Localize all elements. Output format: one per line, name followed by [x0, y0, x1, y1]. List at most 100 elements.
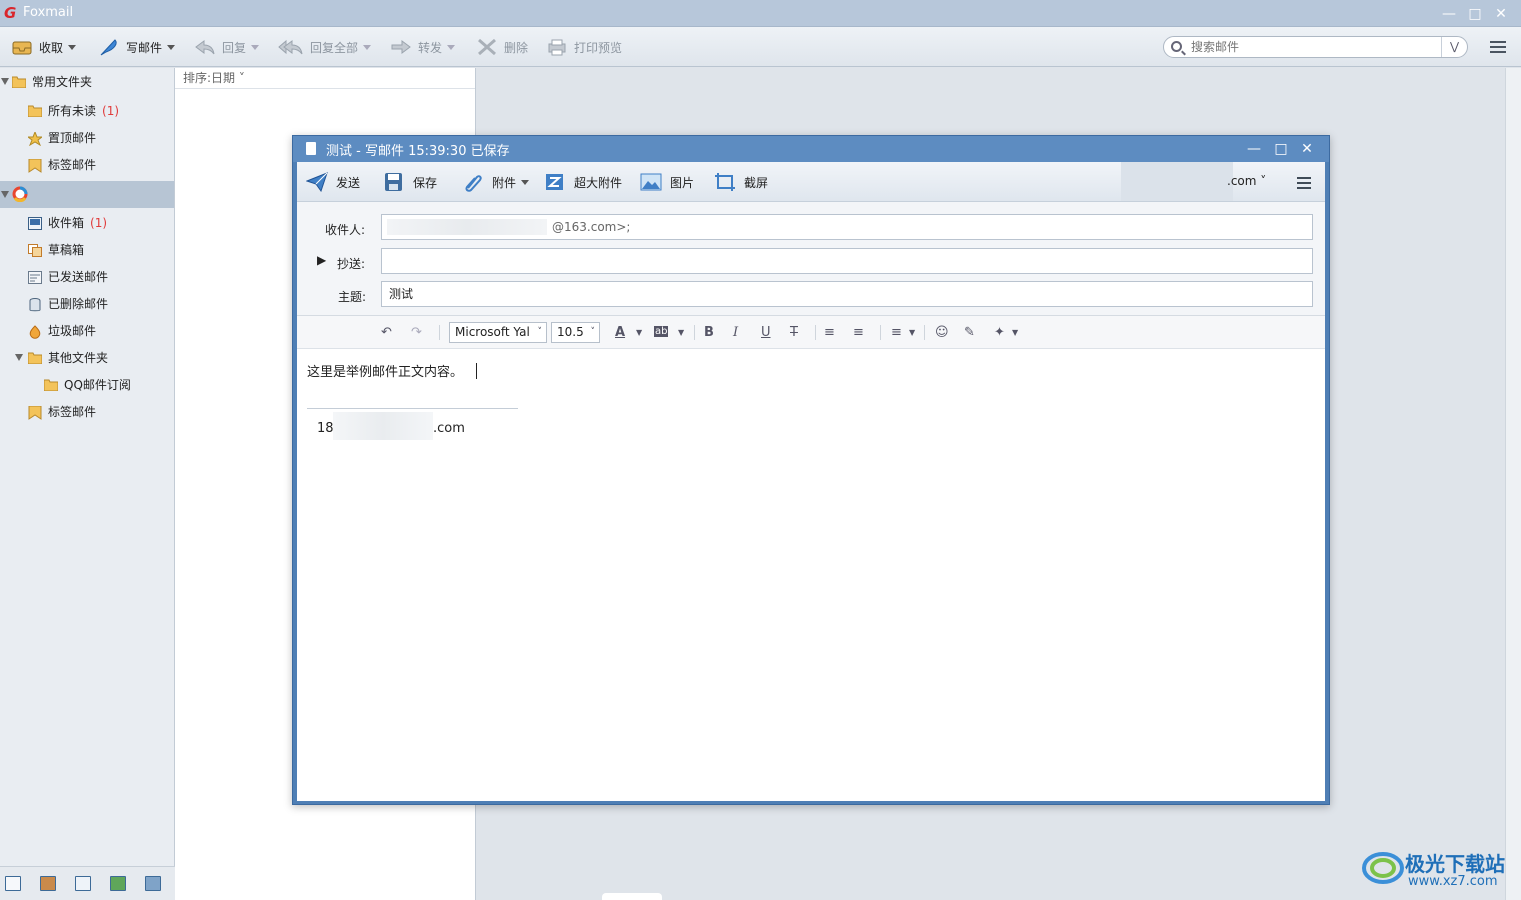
large-attachment-icon	[544, 172, 566, 192]
align-icon[interactable]: ≡	[891, 325, 902, 340]
foxmail-logo-icon: G	[4, 4, 17, 22]
italic-icon[interactable]: I	[733, 325, 738, 340]
calendar-icon[interactable]	[75, 876, 91, 891]
inbox-icon	[28, 216, 42, 230]
sidebar-item-qq-subscription[interactable]: QQ邮件订阅	[0, 371, 174, 398]
cc-label: 抄送:	[337, 257, 366, 271]
compose-label: 写邮件	[126, 40, 163, 55]
notes-icon[interactable]	[110, 876, 126, 891]
compose-close-button[interactable]: ✕	[1299, 141, 1315, 157]
sidebar-item-drafts[interactable]: 草稿箱	[0, 236, 174, 263]
sidebar-item-label: 草稿箱	[48, 243, 85, 257]
chevron-down-icon[interactable]: ▼	[636, 328, 642, 337]
receive-button[interactable]: 收取	[11, 35, 77, 59]
reply-all-arrow-icon	[278, 37, 303, 57]
underline-icon[interactable]: U	[761, 325, 771, 340]
font-size-select[interactable]: 10.5 ˅	[551, 322, 600, 343]
compose-button[interactable]: 写邮件	[98, 35, 176, 59]
chevron-down-icon[interactable]: ▼	[678, 328, 684, 337]
account-row[interactable]	[0, 181, 174, 208]
chevron-down-icon[interactable]: ▼	[909, 328, 915, 337]
magic-wand-icon[interactable]: ✦	[994, 325, 1005, 340]
highlight-color-icon[interactable]: ab	[654, 326, 669, 337]
sidebar-item-other-folders[interactable]: 其他文件夹	[0, 344, 174, 371]
sidebar-item-label: 标签邮件	[48, 405, 97, 419]
expand-arrow-icon[interactable]: ▶	[317, 253, 326, 267]
drafts-icon	[28, 243, 42, 257]
cc-field[interactable]	[381, 248, 1313, 274]
chevron-down-icon[interactable]	[521, 179, 530, 185]
sidebar-item-sent[interactable]: 已发送邮件	[0, 263, 174, 290]
send-button[interactable]: 发送	[305, 170, 360, 194]
feeds-icon[interactable]	[145, 876, 161, 891]
search-options-icon[interactable]: ⋁	[1441, 37, 1467, 57]
chevron-down-icon[interactable]	[363, 44, 372, 50]
delete-button[interactable]: 删除	[476, 35, 528, 59]
sidebar-item-pinned[interactable]: 置顶邮件	[0, 124, 174, 151]
scrollbar[interactable]	[1505, 68, 1521, 900]
compose-menu-icon[interactable]	[1297, 177, 1311, 189]
sidebar-item-all-unread[interactable]: 所有未读 (1)	[0, 97, 174, 124]
forward-label: 转发	[418, 40, 443, 55]
sidebar-item-inbox[interactable]: 收件箱 (1)	[0, 209, 174, 236]
sort-dropdown[interactable]: 排序:日期 ˅	[175, 68, 475, 89]
contacts-icon[interactable]	[40, 876, 56, 891]
unread-count: (1)	[102, 104, 120, 118]
collapse-arrow-icon[interactable]	[1, 78, 9, 85]
compose-maximize-button[interactable]: □	[1273, 141, 1289, 157]
attach-label: 附件	[492, 175, 517, 190]
collapse-arrow-icon[interactable]	[1, 191, 9, 198]
bookmark-icon	[28, 405, 42, 420]
to-field[interactable]: @163.com>;	[381, 214, 1313, 240]
chevron-down-icon[interactable]: ▼	[1012, 328, 1018, 337]
mail-view-icon[interactable]	[5, 876, 21, 891]
chevron-down-icon[interactable]	[251, 44, 260, 50]
maximize-button[interactable]: □	[1467, 6, 1483, 22]
search-input[interactable]	[1191, 39, 1441, 55]
chevron-down-icon[interactable]	[167, 44, 176, 50]
forward-button[interactable]: 转发	[390, 35, 456, 59]
screenshot-label: 截屏	[744, 175, 769, 190]
sidebar-item-tagged[interactable]: 标签邮件	[0, 151, 174, 178]
paper-plane-icon	[305, 172, 328, 193]
subject-field[interactable]: 测试	[381, 281, 1313, 307]
junk-icon	[28, 324, 42, 339]
account-selector[interactable]: .com ˅	[1227, 174, 1266, 188]
signature-prefix: 18	[317, 421, 334, 436]
save-button[interactable]: 保存	[383, 170, 437, 194]
emoji-icon[interactable]: ☺	[935, 325, 949, 340]
close-button[interactable]: ✕	[1493, 6, 1509, 22]
reply-all-button[interactable]: 回复全部	[278, 35, 372, 59]
folder-group-common[interactable]: 常用文件夹	[0, 68, 174, 95]
reply-arrow-icon	[194, 37, 216, 57]
redo-icon[interactable]: ↷	[411, 325, 422, 340]
divider	[694, 325, 695, 340]
sidebar-item-tagged-2[interactable]: 标签邮件	[0, 398, 174, 425]
compose-minimize-button[interactable]: —	[1246, 141, 1262, 157]
font-color-icon[interactable]: A	[615, 325, 625, 340]
print-preview-button[interactable]: 打印预览	[546, 35, 622, 59]
message-body-editor[interactable]: 这里是举例邮件正文内容。 18 .com	[297, 349, 1325, 801]
reply-button[interactable]: 回复	[194, 35, 260, 59]
undo-icon[interactable]: ↶	[381, 325, 392, 340]
collapse-arrow-icon[interactable]	[15, 354, 23, 361]
chevron-down-icon[interactable]	[68, 44, 77, 50]
bold-icon[interactable]: B	[704, 325, 714, 340]
attach-button[interactable]: 附件	[462, 170, 530, 194]
header-fields: 收件人: @163.com>; ▶ 抄送: 主题: 测试	[297, 202, 1325, 316]
minimize-button[interactable]: —	[1441, 6, 1457, 22]
search-box[interactable]: ⋁	[1163, 36, 1468, 58]
font-family-select[interactable]: Microsoft Yal ˅	[449, 322, 547, 343]
numbered-list-icon[interactable]: ≡	[853, 325, 864, 340]
main-menu-icon[interactable]	[1490, 40, 1506, 54]
big-attach-button[interactable]: 超大附件	[544, 170, 622, 194]
bullet-list-icon[interactable]: ≡	[824, 325, 835, 340]
chevron-down-icon[interactable]	[447, 44, 456, 50]
format-painter-icon[interactable]: ✎	[964, 325, 975, 340]
sidebar-item-deleted[interactable]: 已删除邮件	[0, 290, 174, 317]
strikethrough-icon[interactable]: T	[790, 325, 798, 340]
image-button[interactable]: 图片	[640, 170, 694, 194]
delete-label: 删除	[504, 40, 529, 55]
sidebar-item-junk[interactable]: 垃圾邮件	[0, 317, 174, 344]
screenshot-button[interactable]: 截屏	[714, 170, 768, 194]
